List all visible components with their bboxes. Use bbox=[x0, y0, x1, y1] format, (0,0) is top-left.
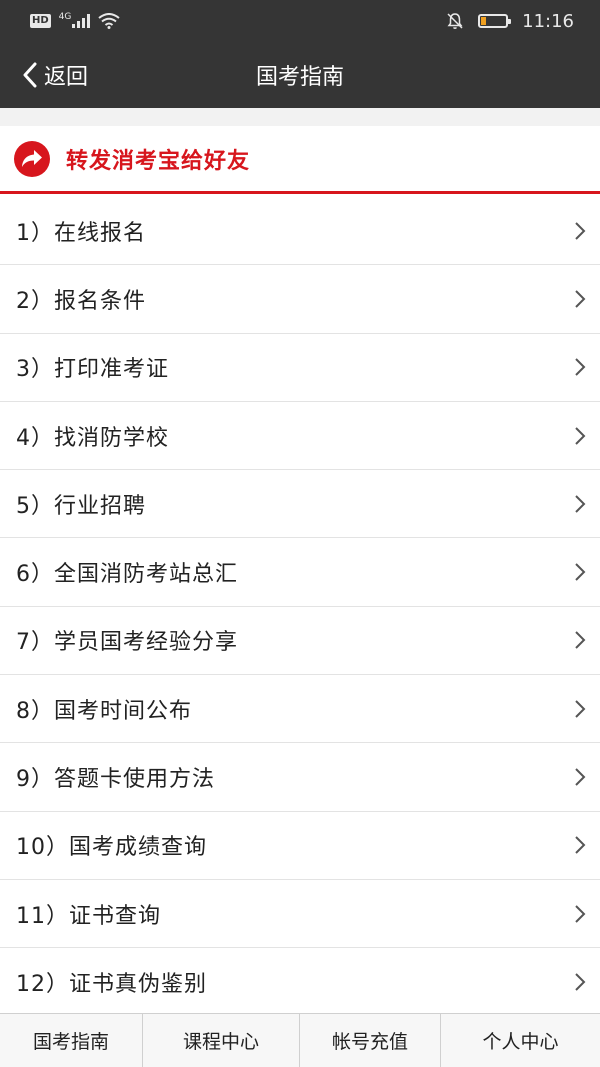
chevron-right-icon bbox=[575, 495, 586, 513]
chevron-right-icon bbox=[575, 358, 586, 376]
list-item-label: 4）找消防学校 bbox=[16, 425, 169, 451]
chevron-right-icon bbox=[575, 768, 586, 786]
list-item[interactable]: 11）证书查询 bbox=[0, 879, 600, 949]
list-item-label: 5）行业招聘 bbox=[16, 493, 146, 519]
signal-icon: 4G bbox=[58, 12, 91, 28]
hd-badge: HD bbox=[30, 14, 51, 28]
list-item-label: 2）报名条件 bbox=[16, 288, 146, 314]
share-arrow-icon bbox=[14, 140, 50, 177]
list-item[interactable]: 4）找消防学校 bbox=[0, 401, 600, 471]
share-to-friends-button[interactable]: 转发消考宝给好友 bbox=[0, 126, 600, 194]
list-item-label: 8）国考时间公布 bbox=[16, 698, 192, 724]
list-item[interactable]: 6）全国消防考站总汇 bbox=[0, 538, 600, 607]
chevron-right-icon bbox=[575, 563, 586, 581]
chevron-right-icon bbox=[575, 290, 586, 308]
list-item-label: 10）国考成绩查询 bbox=[16, 835, 207, 861]
section-spacer bbox=[0, 108, 600, 126]
bottom-tab-bar: 国考指南 课程中心 帐号充值 个人中心 bbox=[0, 1013, 600, 1067]
tab-item[interactable]: 帐号充值 bbox=[300, 1014, 441, 1067]
guide-menu-list: 1）在线报名 2）报名条件 3）打印准考证 4）找消防学校 5）行业招聘 6）全国消防考站… bbox=[0, 197, 600, 1017]
list-item[interactable]: 10）国考成绩查询 bbox=[0, 811, 600, 880]
list-item[interactable]: 12）证书真伪鉴别 bbox=[0, 948, 600, 1017]
chevron-right-icon bbox=[575, 973, 586, 991]
chevron-right-icon bbox=[575, 836, 586, 855]
chevron-right-icon bbox=[575, 426, 586, 445]
page-title: 国考指南 bbox=[255, 65, 344, 90]
list-item-label: 3）打印准考证 bbox=[16, 357, 169, 383]
list-item-label: 12）证书真伪鉴别 bbox=[16, 971, 207, 997]
list-item-label: 1）在线报名 bbox=[16, 220, 146, 246]
list-item-label: 7）学员国考经验分享 bbox=[16, 630, 238, 656]
list-item[interactable]: 2）报名条件 bbox=[0, 265, 600, 334]
back-button[interactable]: 返回 bbox=[22, 42, 88, 108]
list-item[interactable]: 8）国考时间公布 bbox=[0, 675, 600, 744]
wifi-icon bbox=[98, 13, 120, 29]
tab-item[interactable]: 课程中心 bbox=[143, 1014, 300, 1067]
list-item[interactable]: 5）行业招聘 bbox=[0, 470, 600, 539]
mute-icon bbox=[447, 13, 463, 29]
share-label: 转发消考宝给好友 bbox=[66, 148, 251, 174]
battery-level bbox=[481, 17, 487, 25]
network-type: 4G bbox=[58, 12, 72, 22]
list-item[interactable]: 9）答题卡使用方法 bbox=[0, 743, 600, 812]
chevron-right-icon bbox=[575, 221, 586, 240]
chevron-right-icon bbox=[575, 904, 586, 923]
battery-icon bbox=[478, 14, 512, 28]
status-bar: HD 4G 11:16 bbox=[0, 0, 600, 42]
chevron-right-icon bbox=[575, 631, 586, 650]
list-item[interactable]: 3）打印准考证 bbox=[0, 333, 600, 402]
list-item-label: 6）全国消防考站总汇 bbox=[16, 562, 238, 588]
status-left: HD 4G bbox=[30, 12, 120, 29]
list-item[interactable]: 1）在线报名 bbox=[0, 197, 600, 266]
tab-item[interactable]: 个人中心 bbox=[441, 1014, 600, 1067]
list-item[interactable]: 7）学员国考经验分享 bbox=[0, 606, 600, 676]
clock: 11:16 bbox=[522, 10, 574, 32]
status-right: 11:16 bbox=[446, 11, 574, 32]
navigation-bar: 返回 国考指南 bbox=[0, 42, 600, 108]
chevron-left-icon bbox=[23, 62, 37, 88]
list-item-label: 9）答题卡使用方法 bbox=[16, 767, 215, 793]
tab-item[interactable]: 国考指南 bbox=[0, 1014, 143, 1067]
chevron-right-icon bbox=[575, 700, 586, 718]
back-label: 返回 bbox=[44, 65, 89, 90]
list-item-label: 11）证书查询 bbox=[16, 903, 161, 929]
